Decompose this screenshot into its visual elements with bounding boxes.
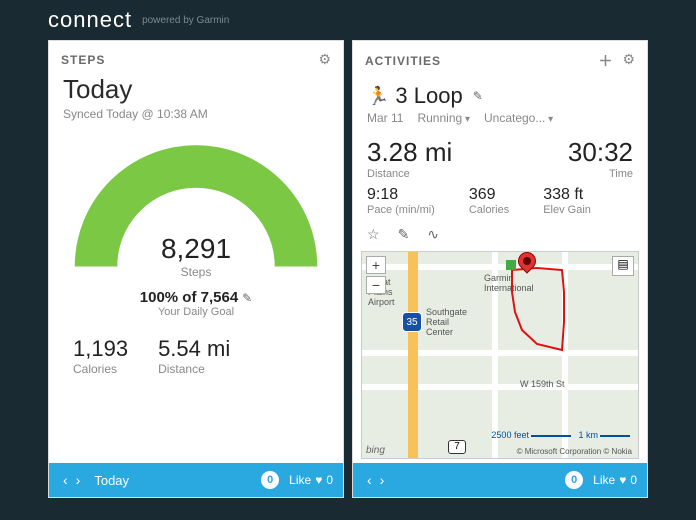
favorite-icon[interactable]: ☆ bbox=[367, 226, 380, 243]
route-shield: 7 bbox=[448, 440, 466, 454]
footer-day-label: Today bbox=[94, 473, 261, 488]
next-activity-icon[interactable]: › bbox=[376, 472, 389, 488]
zoom-out-button[interactable]: − bbox=[366, 276, 386, 294]
calories-label: Calories bbox=[73, 362, 128, 376]
map-attribution: © Microsoft Corporation © Nokia bbox=[517, 447, 632, 456]
like-label: Like bbox=[289, 473, 311, 487]
activities-footer: ‹ › 0 Like ♥ 0 bbox=[353, 463, 647, 497]
next-day-icon[interactable]: › bbox=[72, 472, 85, 488]
distance-value: 5.54 mi bbox=[158, 336, 230, 362]
distance-stat: 5.54 mi Distance bbox=[158, 336, 230, 376]
like-button[interactable]: Like ♥ 0 bbox=[289, 473, 333, 487]
goal-line[interactable]: 100% of 7,564 bbox=[49, 289, 343, 306]
activity-distance: 3.28 mi bbox=[367, 137, 452, 168]
activity-calories-label: Calories bbox=[469, 204, 509, 216]
layers-icon[interactable]: ▤ bbox=[612, 256, 634, 276]
like-button[interactable]: Like ♥ 0 bbox=[593, 473, 637, 487]
gear-icon[interactable] bbox=[318, 51, 331, 68]
activity-type-dropdown[interactable]: Running bbox=[417, 111, 470, 125]
steps-value: 8,291 bbox=[49, 233, 343, 265]
comment-bubble[interactable]: 0 bbox=[261, 471, 279, 489]
activity-time: 30:32 bbox=[568, 137, 633, 168]
activity-time-label: Time bbox=[568, 168, 633, 180]
activity-pace-label: Pace (min/mi) bbox=[367, 204, 435, 216]
steps-label: Steps bbox=[49, 265, 343, 279]
add-activity-icon[interactable] bbox=[598, 51, 612, 71]
steps-title: STEPS bbox=[61, 53, 105, 67]
activities-title: ACTIVITIES bbox=[365, 54, 441, 68]
like-count: 0 bbox=[326, 473, 333, 487]
distance-label: Distance bbox=[158, 362, 230, 376]
calories-value: 1,193 bbox=[73, 336, 128, 362]
like-count: 0 bbox=[630, 473, 637, 487]
chart-icon[interactable]: ∿ bbox=[427, 226, 439, 243]
edit-icon[interactable]: ✎ bbox=[398, 226, 410, 243]
running-icon bbox=[367, 86, 389, 107]
steps-footer: ‹ › Today 0 Like ♥ 0 bbox=[49, 463, 343, 497]
activity-calories: 369 bbox=[469, 186, 509, 204]
heart-icon: ♥ bbox=[315, 473, 322, 487]
activity-date: Mar 11 bbox=[367, 111, 403, 125]
prev-day-icon[interactable]: ‹ bbox=[59, 472, 72, 488]
sync-status: Synced Today @ 10:38 AM bbox=[49, 105, 343, 127]
goal-sub: Your Daily Goal bbox=[49, 306, 343, 318]
start-flag-icon bbox=[506, 260, 516, 270]
heart-icon: ♥ bbox=[619, 473, 626, 487]
comment-bubble[interactable]: 0 bbox=[565, 471, 583, 489]
steps-main-title: Today bbox=[49, 74, 343, 105]
gps-route bbox=[362, 252, 639, 402]
steps-panel: STEPS Today Synced Today @ 10:38 AM 8,29… bbox=[48, 40, 344, 498]
activity-elev-label: Elev Gain bbox=[543, 204, 591, 216]
activity-elev: 338 ft bbox=[543, 186, 591, 204]
zoom-in-button[interactable]: + bbox=[366, 256, 386, 274]
calories-stat: 1,193 Calories bbox=[73, 336, 128, 376]
gear-icon[interactable] bbox=[622, 51, 635, 71]
activity-category-dropdown[interactable]: Uncatego... bbox=[484, 111, 553, 125]
activity-pace: 9:18 bbox=[367, 186, 435, 204]
map-scale: 2500 feet 1 km bbox=[491, 430, 630, 440]
prev-activity-icon[interactable]: ‹ bbox=[363, 472, 376, 488]
activity-name: 3 Loop bbox=[395, 83, 462, 109]
brand-powered: powered by Garmin bbox=[142, 15, 229, 26]
activities-panel: ACTIVITIES 3 Loop Mar 11 Running Uncateg… bbox=[352, 40, 648, 498]
activity-distance-label: Distance bbox=[367, 168, 452, 180]
bing-logo: bing bbox=[366, 445, 385, 456]
route-map[interactable]: 35 7 Great Plains Airport Garmin Interna… bbox=[361, 251, 639, 459]
like-label: Like bbox=[593, 473, 615, 487]
brand-logo: connect bbox=[48, 7, 132, 33]
edit-activity-icon[interactable] bbox=[469, 87, 483, 105]
